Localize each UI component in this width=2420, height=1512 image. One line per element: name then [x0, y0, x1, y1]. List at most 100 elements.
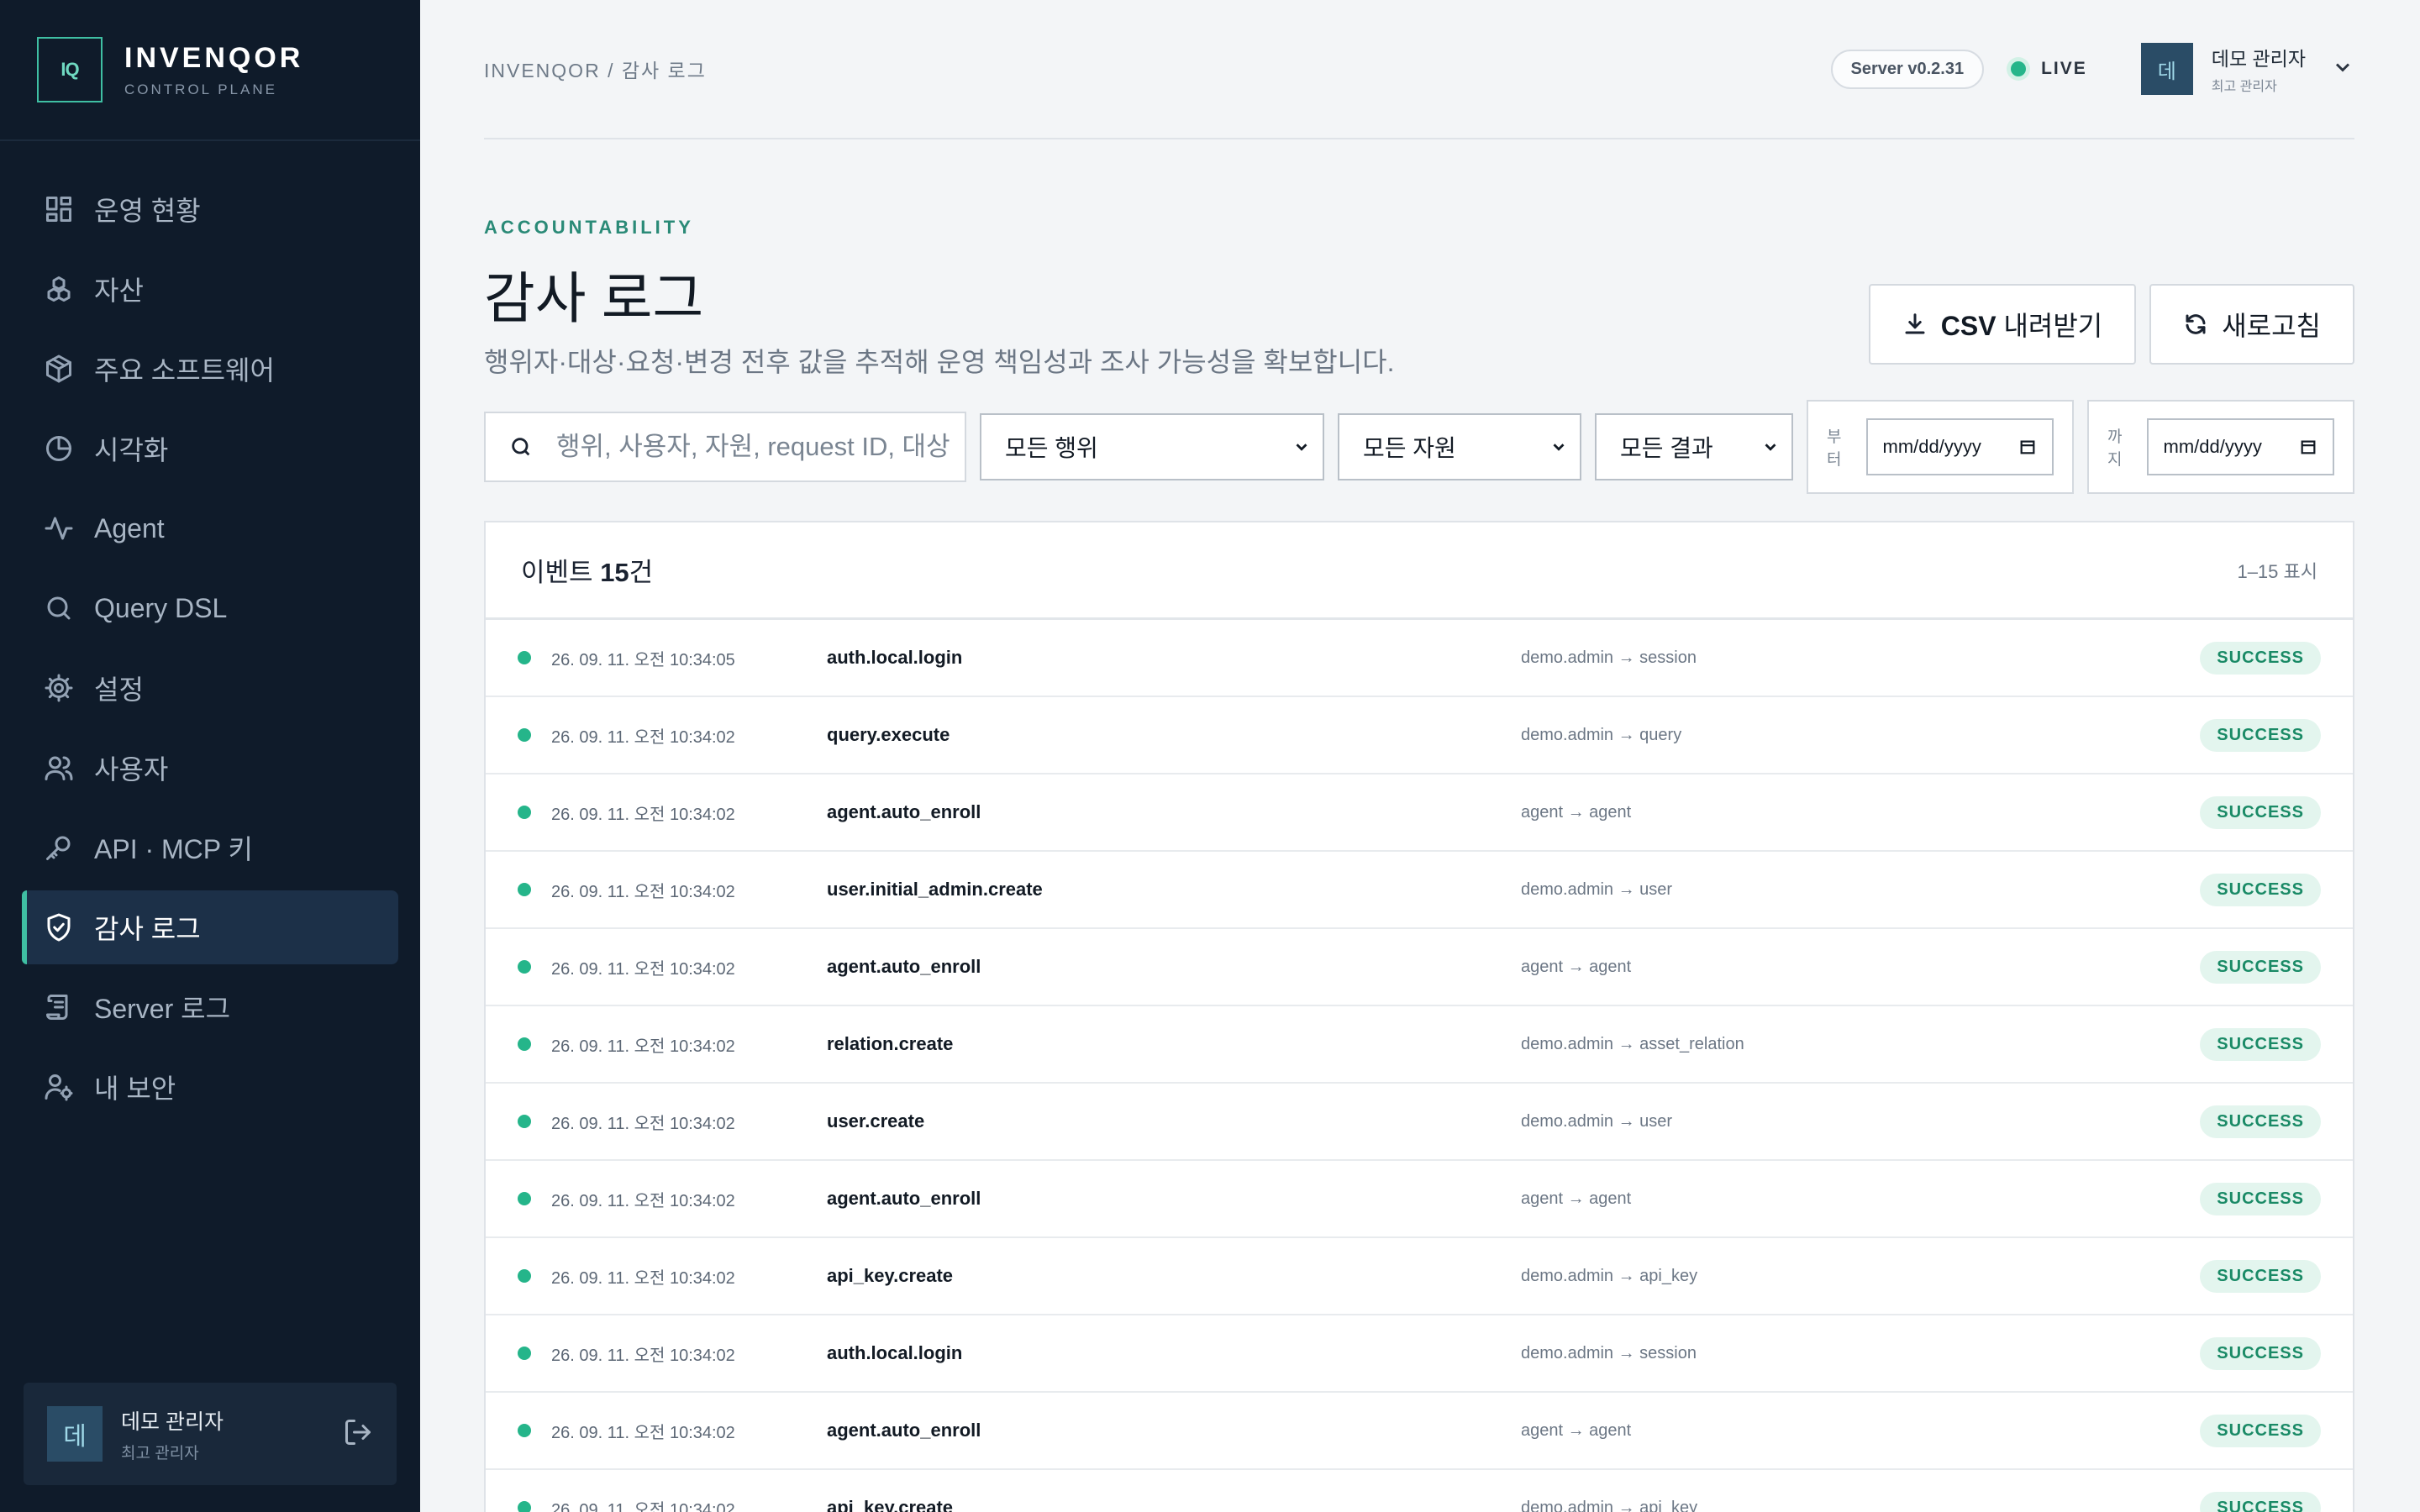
- status-dot-icon: [518, 651, 531, 664]
- sidebar-item-audit-log[interactable]: 감사 로그: [22, 890, 398, 964]
- chevron-down-icon: [2306, 55, 2354, 83]
- date-from-input[interactable]: mm/dd/yyyy: [1865, 418, 2054, 475]
- sidebar-item-api-keys[interactable]: API · MCP 키: [22, 811, 398, 885]
- sidebar-item-server-log[interactable]: Server 로그: [22, 970, 398, 1044]
- event-time: 26. 09. 11. 오전 10:34:02: [551, 1268, 735, 1288]
- topbar: INVENQOR / 감사 로그 Server v0.2.31 LIVE 데 데…: [484, 0, 2354, 139]
- sidebar-item-label: 자산: [94, 276, 144, 306]
- event-target: demo.admin → asset_relation: [1521, 1034, 1744, 1053]
- table-row[interactable]: 26. 09. 11. 오전 10:34:02 agent.auto_enroll…: [486, 929, 2353, 1006]
- event-target: demo.admin → api_key: [1521, 1266, 1698, 1285]
- activity-icon: [42, 512, 76, 545]
- sidebar-item-label: 운영 현황: [94, 196, 201, 226]
- date-from-box: 부터 mm/dd/yyyy: [1807, 400, 2074, 494]
- user-menu[interactable]: 데 데모 관리자 최고 관리자: [2140, 43, 2354, 95]
- brand-logo: IQ: [37, 37, 103, 102]
- status-dot-icon: [518, 1269, 531, 1283]
- table-row[interactable]: 26. 09. 11. 오전 10:34:02 user.create demo.a…: [486, 1084, 2353, 1161]
- events-panel: 이벤트 15건 1–15 표시 26. 09. 11. 오전 10:34:05 a…: [484, 521, 2354, 1512]
- date-to-box: 까지 mm/dd/yyyy: [2087, 400, 2354, 494]
- event-target: agent → agent: [1521, 802, 1632, 822]
- event-target: demo.admin → user: [1521, 879, 1673, 899]
- event-action: auth.local.login: [827, 647, 963, 668]
- table-row[interactable]: 26. 09. 11. 오전 10:34:05 auth.local.login d…: [486, 620, 2353, 697]
- chevron-down-icon: [1553, 444, 1565, 451]
- table-row[interactable]: 26. 09. 11. 오전 10:34:02 agent.auto_enroll…: [486, 1393, 2353, 1470]
- search-input[interactable]: [556, 432, 951, 462]
- brand[interactable]: IQ INVENQOR CONTROL PLANE: [0, 0, 420, 141]
- brand-text: INVENQOR CONTROL PLANE: [124, 42, 303, 98]
- table-row[interactable]: 26. 09. 11. 오전 10:34:02 agent.auto_enroll…: [486, 1161, 2353, 1238]
- table-row[interactable]: 26. 09. 11. 오전 10:34:02 agent.auto_enroll…: [486, 774, 2353, 852]
- events-title-suffix: 건: [629, 558, 654, 587]
- event-action: relation.create: [827, 1033, 954, 1054]
- result-filter-select[interactable]: 모든 결과: [1595, 413, 1793, 480]
- package-icon: [42, 352, 76, 386]
- status-dot-icon: [518, 960, 531, 974]
- events-count: 15: [600, 558, 629, 587]
- topbar-right: Server v0.2.31 LIVE 데 데모 관리자 최고 관리자: [1830, 43, 2354, 95]
- table-row[interactable]: 26. 09. 11. 오전 10:34:02 auth.local.login d…: [486, 1315, 2353, 1393]
- sidebar-item-label: 시각화: [94, 435, 169, 465]
- status-badge: SUCCESS: [2200, 1105, 2321, 1138]
- sidebar-item-dashboard[interactable]: 운영 현황: [22, 172, 398, 246]
- sidebar-item-software[interactable]: 주요 소프트웨어: [22, 332, 398, 406]
- dashboard-icon: [42, 192, 76, 226]
- date-from-label: 부터: [1827, 428, 1842, 469]
- logout-button[interactable]: [343, 1417, 373, 1452]
- date-to-value: mm/dd/yyyy: [2163, 436, 2262, 457]
- page-actions: CSV 내려받기 새로고침: [1855, 284, 2354, 365]
- status-dot-icon: [518, 1192, 531, 1205]
- sidebar-item-visualization[interactable]: 시각화: [22, 412, 398, 486]
- action-filter-select[interactable]: 모든 행위: [980, 413, 1324, 480]
- event-action: api_key.create: [827, 1265, 954, 1286]
- event-time: 26. 09. 11. 오전 10:34:02: [551, 882, 735, 901]
- table-row[interactable]: 26. 09. 11. 오전 10:34:02 api_key.create dem…: [486, 1470, 2353, 1512]
- status-dot-icon: [518, 728, 531, 742]
- event-target: agent → agent: [1521, 957, 1632, 976]
- page-eyebrow: ACCOUNTABILITY: [484, 217, 694, 238]
- chevron-down-icon: [1765, 444, 1776, 451]
- status-badge: SUCCESS: [2200, 873, 2321, 906]
- status-badge: SUCCESS: [2200, 1336, 2321, 1370]
- sidebar-item-users[interactable]: 사용자: [22, 731, 398, 805]
- table-row[interactable]: 26. 09. 11. 오전 10:34:02 api_key.create dem…: [486, 1238, 2353, 1315]
- sidebar-item-my-security[interactable]: 내 보안: [22, 1050, 398, 1124]
- sidebar-item-label: 사용자: [94, 754, 169, 785]
- event-time: 26. 09. 11. 오전 10:34:02: [551, 1114, 735, 1133]
- events-header: 이벤트 15건 1–15 표시: [486, 522, 2353, 620]
- sidebar-item-assets[interactable]: 자산: [22, 252, 398, 326]
- main-content: INVENQOR / 감사 로그 Server v0.2.31 LIVE 데 데…: [484, 0, 2354, 1512]
- refresh-button[interactable]: 새로고침: [2149, 284, 2354, 365]
- sidebar-item-query-dsl[interactable]: Query DSL: [22, 571, 398, 645]
- sidebar-item-label: 주요 소프트웨어: [94, 355, 275, 386]
- event-action: user.create: [827, 1110, 925, 1131]
- status-badge: SUCCESS: [2200, 1491, 2321, 1512]
- status-badge: SUCCESS: [2200, 718, 2321, 752]
- status-badge: SUCCESS: [2200, 1182, 2321, 1215]
- csv-download-button[interactable]: CSV 내려받기: [1868, 284, 2137, 365]
- event-target: demo.admin → session: [1521, 1343, 1697, 1362]
- date-to-input[interactable]: mm/dd/yyyy: [2146, 418, 2334, 475]
- sidebar-item-settings[interactable]: 설정: [22, 651, 398, 725]
- event-time: 26. 09. 11. 오전 10:34:02: [551, 1500, 735, 1512]
- scroll-icon: [42, 990, 76, 1024]
- date-from-value: mm/dd/yyyy: [1882, 436, 1981, 457]
- sidebar-item-agent[interactable]: Agent: [22, 491, 398, 565]
- search-icon: [512, 438, 530, 456]
- event-target: demo.admin → query: [1521, 725, 1682, 744]
- event-target: agent → agent: [1521, 1420, 1632, 1440]
- live-dot-icon: [2011, 61, 2027, 76]
- sidebar-item-label: API · MCP 키: [94, 834, 253, 864]
- resource-filter-select[interactable]: 모든 자원: [1338, 413, 1581, 480]
- event-time: 26. 09. 11. 오전 10:34:02: [551, 1423, 735, 1442]
- events-list: 26. 09. 11. 오전 10:34:05 auth.local.login d…: [486, 620, 2353, 1512]
- download-icon: [1905, 313, 1925, 334]
- event-target: agent → agent: [1521, 1189, 1632, 1208]
- table-row[interactable]: 26. 09. 11. 오전 10:34:02 user.initial_admi…: [486, 852, 2353, 929]
- table-row[interactable]: 26. 09. 11. 오전 10:34:02 query.execute demo…: [486, 697, 2353, 774]
- event-target: demo.admin → session: [1521, 648, 1697, 667]
- sidebar-item-label: 내 보안: [94, 1074, 176, 1104]
- events-title-prefix: 이벤트: [521, 558, 601, 587]
- table-row[interactable]: 26. 09. 11. 오전 10:34:02 relation.create de…: [486, 1006, 2353, 1084]
